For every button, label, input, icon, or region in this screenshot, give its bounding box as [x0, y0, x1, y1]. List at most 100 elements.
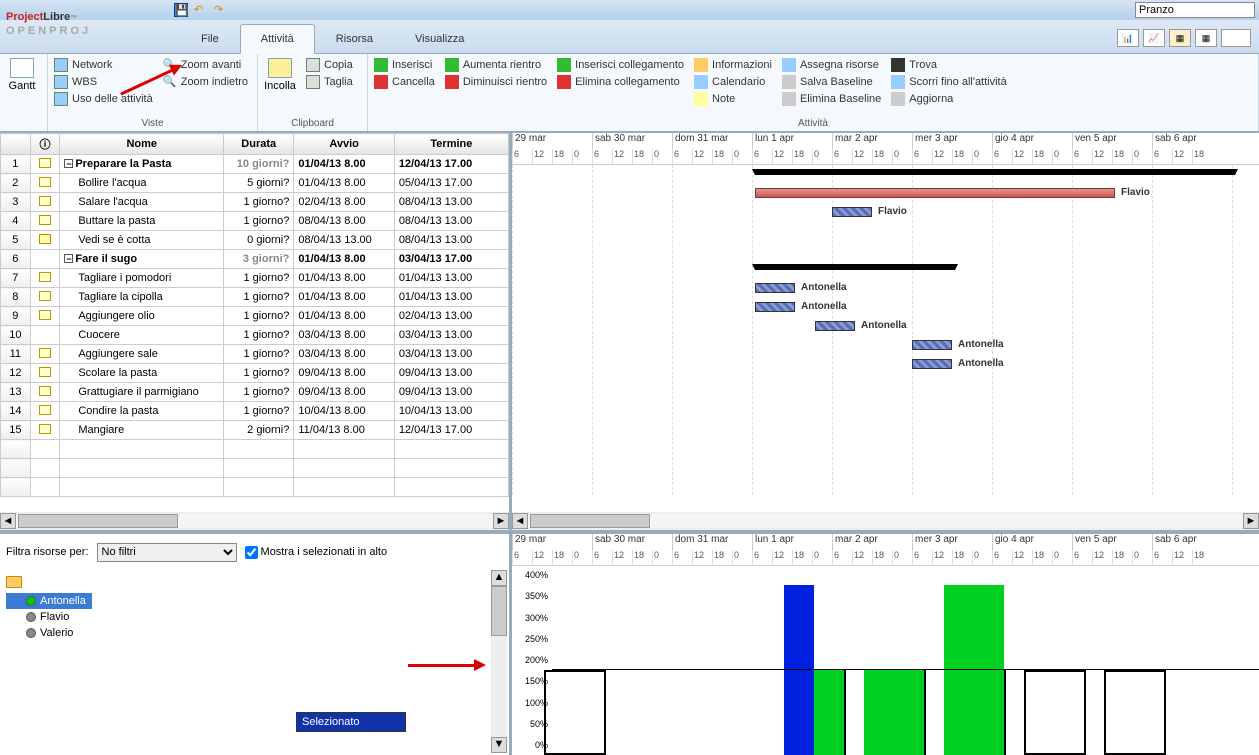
ribbon-cancella[interactable]: Cancella	[374, 75, 435, 89]
task-name[interactable]: Bollire l'acqua	[60, 174, 224, 193]
task-duration[interactable]: 10 giorni?	[224, 155, 294, 174]
task-duration[interactable]: 1 giorno?	[224, 212, 294, 231]
gantt-bar[interactable]	[815, 321, 855, 331]
col-header[interactable]: Durata	[224, 134, 294, 155]
task-start[interactable]: 03/04/13 8.00	[294, 326, 394, 345]
gantt-bar[interactable]	[755, 302, 795, 312]
col-header[interactable]: Nome	[60, 134, 224, 155]
task-name[interactable]: Condire la pasta	[60, 402, 224, 421]
task-start[interactable]: 01/04/13 8.00	[294, 307, 394, 326]
scroll-up-icon[interactable]: ▲	[491, 570, 507, 586]
redo-icon[interactable]: ↷	[214, 3, 228, 17]
view-icon-2[interactable]: 📈	[1143, 29, 1165, 47]
ribbon-informazioni[interactable]: Informazioni	[694, 58, 772, 72]
task-duration[interactable]: 1 giorno?	[224, 326, 294, 345]
task-duration[interactable]: 1 giorno?	[224, 307, 294, 326]
task-end[interactable]: 01/04/13 13.00	[394, 269, 508, 288]
table-row[interactable]: 12Scolare la pasta1 giorno?09/04/13 8.00…	[1, 364, 509, 383]
ribbon-scorri-fino-all'attività[interactable]: Scorri fino all'attività	[891, 75, 1006, 89]
task-table[interactable]: ⓘNomeDurataAvvioTermine 1−Preparare la P…	[0, 133, 509, 497]
outline-toggle-icon[interactable]: −	[64, 254, 73, 263]
task-duration[interactable]: 0 giorni?	[224, 231, 294, 250]
view-icon-1[interactable]: 📊	[1117, 29, 1139, 47]
ribbon-salva-baseline[interactable]: Salva Baseline	[782, 75, 881, 89]
gantt-bar[interactable]	[832, 207, 872, 217]
task-name[interactable]: Grattugiare il parmigiano	[60, 383, 224, 402]
gantt-bar[interactable]	[755, 264, 955, 270]
scroll-right-icon[interactable]: ►	[1243, 513, 1259, 529]
ribbon-zoom-indietro[interactable]: 🔍Zoom indietro	[163, 75, 248, 89]
view-icon-3[interactable]: ▦	[1169, 29, 1191, 47]
ribbon-aggiorna[interactable]: Aggiorna	[891, 92, 1006, 106]
ribbon-assegna-risorse[interactable]: Assegna risorse	[782, 58, 881, 72]
table-row[interactable]: 3Salare l'acqua1 giorno?02/04/13 8.0008/…	[1, 193, 509, 212]
task-end[interactable]: 09/04/13 13.00	[394, 364, 508, 383]
ribbon-aumenta-rientro[interactable]: Aumenta rientro	[445, 58, 547, 72]
task-end[interactable]: 08/04/13 13.00	[394, 231, 508, 250]
task-end[interactable]: 12/04/13 17.00	[394, 155, 508, 174]
table-row[interactable]: 1−Preparare la Pasta10 giorni?01/04/13 8…	[1, 155, 509, 174]
gantt-bar[interactable]	[912, 359, 952, 369]
menu-tab-attività[interactable]: Attività	[240, 24, 315, 54]
task-end[interactable]: 02/04/13 13.00	[394, 307, 508, 326]
view-icon-5[interactable]	[1221, 29, 1251, 47]
table-row[interactable]: 4Buttare la pasta1 giorno?08/04/13 8.000…	[1, 212, 509, 231]
task-duration[interactable]: 1 giorno?	[224, 269, 294, 288]
histogram-pane[interactable]: 29 marsab 30 mardom 31 marlun 1 aprmar 2…	[512, 534, 1259, 755]
ribbon-copia[interactable]: Copia	[306, 58, 353, 72]
task-start[interactable]: 10/04/13 8.00	[294, 402, 394, 421]
table-row[interactable]	[1, 478, 509, 497]
task-end[interactable]: 08/04/13 13.00	[394, 212, 508, 231]
task-end[interactable]: 08/04/13 13.00	[394, 193, 508, 212]
resource-item[interactable]: Antonella	[6, 593, 92, 609]
show-selected-checkbox[interactable]: Mostra i selezionati in alto	[245, 546, 388, 559]
task-name[interactable]: Scolare la pasta	[60, 364, 224, 383]
task-end[interactable]: 12/04/13 17.00	[394, 421, 508, 440]
task-duration[interactable]: 1 giorno?	[224, 364, 294, 383]
menu-tab-risorsa[interactable]: Risorsa	[315, 24, 394, 53]
gantt-bar[interactable]	[755, 188, 1115, 198]
search-input[interactable]	[1135, 2, 1255, 18]
resource-item[interactable]: Valerio	[6, 625, 503, 641]
table-row[interactable]: 14Condire la pasta1 giorno?10/04/13 8.00…	[1, 402, 509, 421]
gantt-bar[interactable]	[912, 340, 952, 350]
task-duration[interactable]: 3 giorni?	[224, 250, 294, 269]
task-name[interactable]: Buttare la pasta	[60, 212, 224, 231]
ribbon-trova[interactable]: Trova	[891, 58, 1006, 72]
ribbon-elimina-collegamento[interactable]: Elimina collegamento	[557, 75, 684, 89]
ribbon-taglia[interactable]: Taglia	[306, 75, 353, 89]
task-duration[interactable]: 1 giorno?	[224, 193, 294, 212]
scroll-left-icon[interactable]: ◄	[0, 513, 16, 529]
filter-select[interactable]: No filtri	[97, 543, 237, 562]
resource-vscroll[interactable]: ▲ ▼	[491, 570, 507, 753]
task-start[interactable]: 08/04/13 13.00	[294, 231, 394, 250]
task-duration[interactable]: 1 giorno?	[224, 345, 294, 364]
task-name[interactable]: Salare l'acqua	[60, 193, 224, 212]
ribbon-uso-delle-attività[interactable]: Uso delle attività	[54, 92, 153, 106]
ribbon-calendario[interactable]: Calendario	[694, 75, 772, 89]
task-name[interactable]: Cuocere	[60, 326, 224, 345]
task-end[interactable]: 09/04/13 13.00	[394, 383, 508, 402]
task-name[interactable]: −Preparare la Pasta	[60, 155, 224, 174]
scroll-left-icon[interactable]: ◄	[512, 513, 528, 529]
task-end[interactable]: 03/04/13 13.00	[394, 345, 508, 364]
scroll-right-icon[interactable]: ►	[493, 513, 509, 529]
task-name[interactable]: Tagliare la cipolla	[60, 288, 224, 307]
ribbon-inserisci[interactable]: Inserisci	[374, 58, 435, 72]
col-header[interactable]: Avvio	[294, 134, 394, 155]
col-header[interactable]: ⓘ	[30, 134, 60, 155]
menu-tab-visualizza[interactable]: Visualizza	[394, 24, 485, 53]
task-name[interactable]: Tagliare i pomodori	[60, 269, 224, 288]
undo-icon[interactable]: ↶	[194, 3, 208, 17]
gantt-button[interactable]: Gantt	[6, 58, 38, 92]
gantt-hscroll[interactable]: ◄ ►	[512, 512, 1259, 530]
table-row[interactable]: 10Cuocere1 giorno?03/04/13 8.0003/04/13 …	[1, 326, 509, 345]
table-row[interactable]: 11Aggiungere sale1 giorno?03/04/13 8.000…	[1, 345, 509, 364]
ribbon-diminuisci-rientro[interactable]: Diminuisci rientro	[445, 75, 547, 89]
task-name[interactable]: Vedi se è cotta	[60, 231, 224, 250]
task-end[interactable]: 01/04/13 13.00	[394, 288, 508, 307]
task-name[interactable]: Aggiungere sale	[60, 345, 224, 364]
ribbon-network[interactable]: Network	[54, 58, 153, 72]
task-duration[interactable]: 2 giorni?	[224, 421, 294, 440]
table-row[interactable]: 6−Fare il sugo3 giorni?01/04/13 8.0003/0…	[1, 250, 509, 269]
